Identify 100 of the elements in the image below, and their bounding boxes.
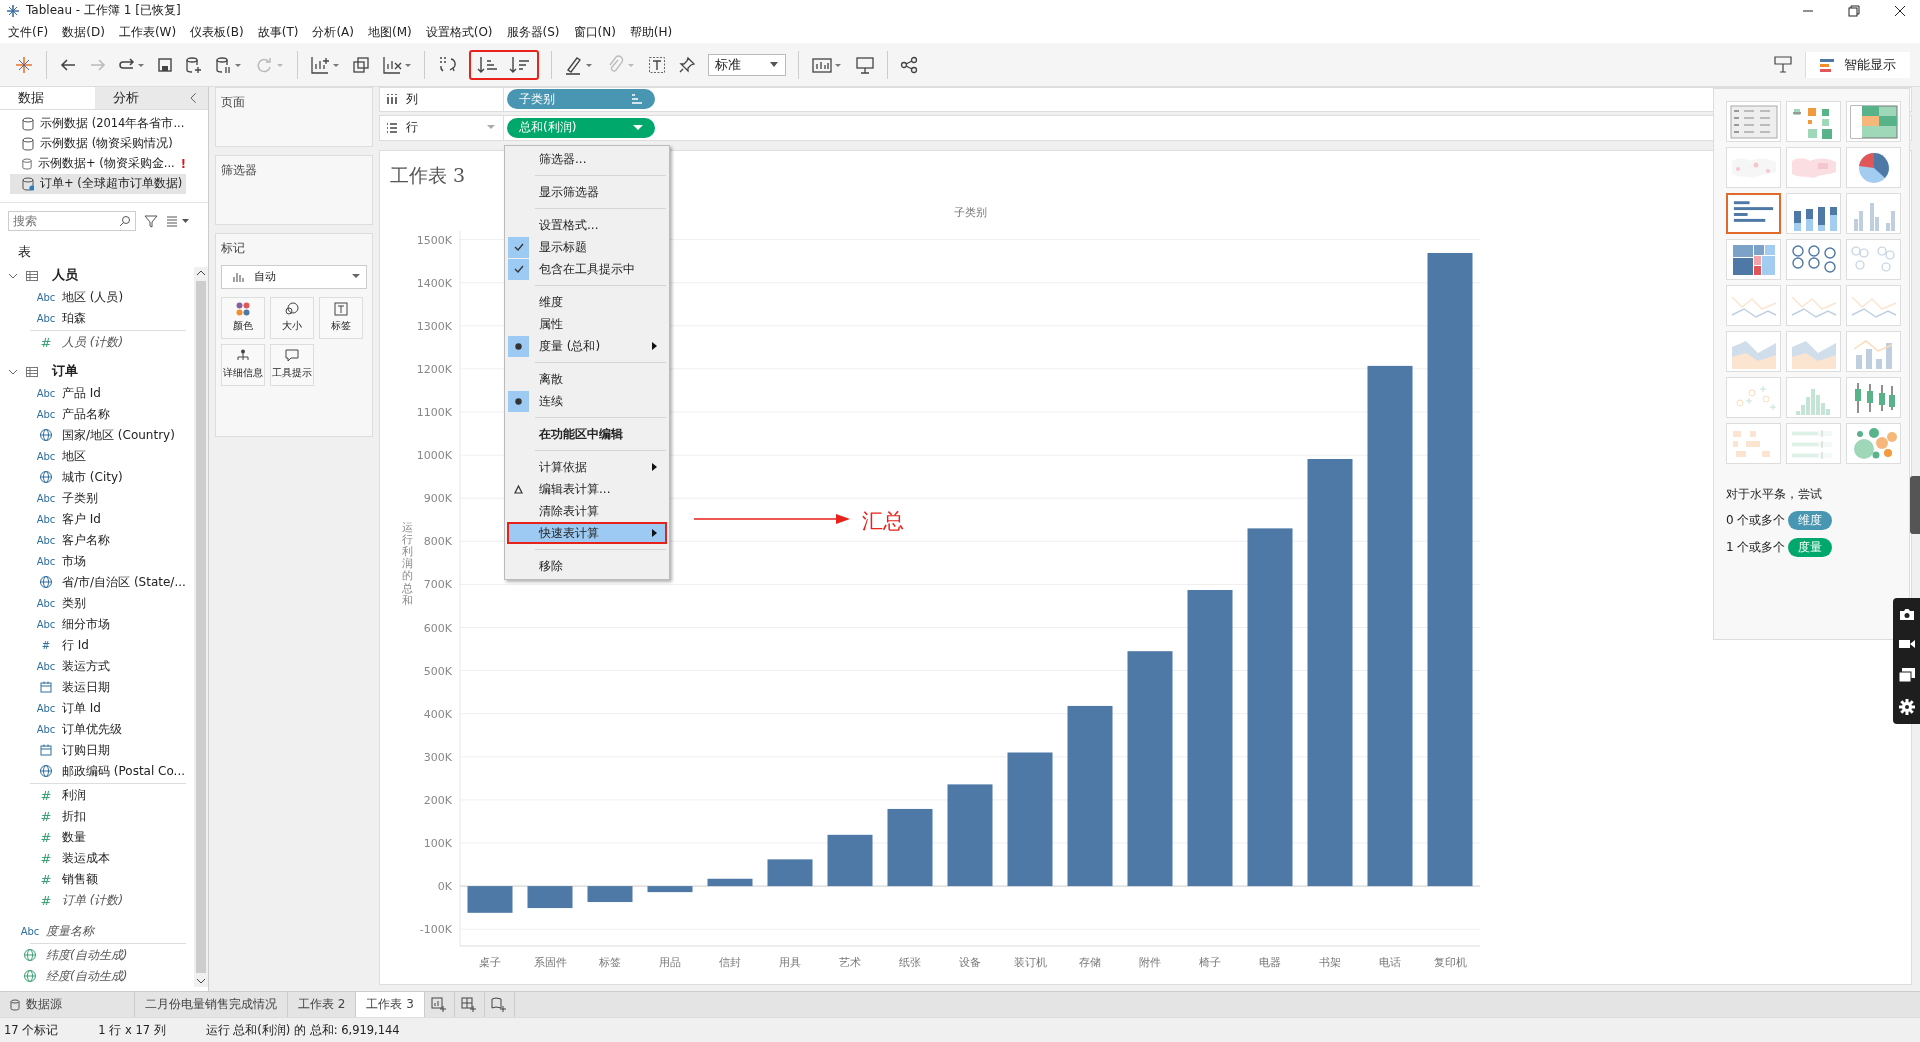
- marks-button[interactable]: 大小: [270, 296, 314, 339]
- field-name[interactable]: 经度(自动生成): [46, 967, 128, 985]
- menu-item[interactable]: 故事(T): [253, 24, 309, 41]
- field-name[interactable]: 行 Id: [62, 636, 89, 654]
- data-source-item[interactable]: 示例数据+ (物资采购金... !: [10, 153, 186, 174]
- field-name[interactable]: 客户 Id: [62, 510, 101, 528]
- menu-item[interactable]: 移除: [507, 555, 667, 577]
- chevron-icon[interactable]: [8, 367, 18, 376]
- field-name[interactable]: 数量: [62, 828, 86, 846]
- sort-descending-icon[interactable]: [509, 54, 531, 75]
- field-name[interactable]: 订购日期: [62, 741, 110, 759]
- menu-item[interactable]: 显示筛选器: [507, 181, 667, 203]
- chevron-icon[interactable]: [8, 271, 18, 280]
- pin-icon[interactable]: [678, 55, 696, 74]
- field-name[interactable]: 折扣: [62, 807, 86, 825]
- chart-type-button[interactable]: [1726, 193, 1781, 234]
- field-name[interactable]: 装运成本: [62, 849, 110, 867]
- field-name[interactable]: 订单优先级: [62, 720, 122, 738]
- menu-item[interactable]: 显示标题: [507, 236, 667, 258]
- field-name[interactable]: 装运方式: [62, 657, 110, 675]
- field-name[interactable]: 订单 Id: [62, 699, 101, 717]
- duplicate-icon[interactable]: [352, 55, 370, 74]
- pane-tab[interactable]: 数据: [0, 86, 96, 109]
- field-name[interactable]: 销售额: [62, 870, 98, 888]
- scroll-down-icon[interactable]: [196, 976, 206, 985]
- caret-icon[interactable]: [487, 125, 495, 131]
- share-icon[interactable]: [900, 55, 918, 74]
- close-icon[interactable]: [1894, 4, 1906, 17]
- field-name[interactable]: 人员 (计数): [62, 333, 124, 351]
- menu-item[interactable]: 设置格式(O): [421, 24, 503, 41]
- clear-sheet-icon[interactable]: [382, 54, 412, 75]
- back-arrow-icon[interactable]: [59, 56, 77, 73]
- data-source-item[interactable]: 订单+ (全球超市订单数据): [10, 173, 186, 194]
- menu-item[interactable]: 窗口(N): [569, 24, 626, 41]
- menu-item[interactable]: 帮助(H): [625, 24, 683, 41]
- menu-item[interactable]: 工作表(W): [114, 24, 187, 41]
- sort-ascending-icon[interactable]: [477, 54, 499, 75]
- logo-icon[interactable]: [14, 54, 34, 75]
- settings-icon[interactable]: [1898, 699, 1915, 716]
- field-name[interactable]: 订单 (计数): [62, 891, 124, 909]
- field-name[interactable]: 邮政编码 (Postal Co...: [62, 762, 186, 780]
- field-name[interactable]: 客户名称: [62, 531, 110, 549]
- field-name[interactable]: 细分市场: [62, 615, 110, 633]
- menu-item[interactable]: 地图(M): [364, 24, 422, 41]
- menu-item[interactable]: 在功能区中编辑: [507, 423, 667, 445]
- marks-button[interactable]: 详细信息: [221, 343, 265, 386]
- new-chart-icon[interactable]: [310, 54, 340, 75]
- field-name[interactable]: 城市 (City): [62, 468, 123, 486]
- presentation-icon[interactable]: [1773, 53, 1793, 76]
- field-name[interactable]: 子类别: [62, 489, 98, 507]
- collapse-icon[interactable]: [190, 91, 198, 104]
- menu-item[interactable]: 设置格式...: [507, 214, 667, 236]
- field-name[interactable]: 产品 Id: [62, 384, 101, 402]
- windows-icon[interactable]: [1898, 667, 1915, 682]
- menu-item[interactable]: 维度: [507, 291, 667, 313]
- show-me-button[interactable]: 智能显示: [1805, 51, 1910, 78]
- save-icon[interactable]: [157, 56, 173, 73]
- field-name[interactable]: 纬度(自动生成): [46, 946, 128, 964]
- table-name[interactable]: 订单: [52, 363, 78, 381]
- menu-item[interactable]: 数据(D): [58, 24, 115, 41]
- sheet-tab[interactable]: 工作表 3: [356, 991, 425, 1018]
- data-source-item[interactable]: 示例数据 (物资采购情况): [10, 133, 186, 154]
- menu-item[interactable]: 服务器(S): [502, 24, 570, 41]
- field-name[interactable]: 类别: [62, 594, 86, 612]
- field-name[interactable]: 地区 (人员): [62, 288, 124, 306]
- add-datasource-icon[interactable]: [185, 55, 203, 74]
- menu-item[interactable]: 仪表板(B): [186, 24, 254, 41]
- field-name[interactable]: 地区: [62, 447, 86, 465]
- video-camera-icon[interactable]: [1898, 638, 1915, 651]
- menu-item[interactable]: 属性: [507, 313, 667, 335]
- menu-item[interactable]: 计算依据: [507, 456, 667, 478]
- field-name[interactable]: 产品名称: [62, 405, 110, 423]
- menu-item[interactable]: 度量 (总和): [507, 335, 667, 357]
- marks-button[interactable]: 标签: [319, 296, 363, 339]
- field-name[interactable]: 珀森: [62, 309, 86, 327]
- menu-item[interactable]: 文件(F): [4, 24, 59, 41]
- menu-item[interactable]: 离散: [507, 368, 667, 390]
- field-name[interactable]: 利润: [62, 786, 86, 804]
- field-name[interactable]: 装运日期: [62, 678, 110, 696]
- menu-item[interactable]: 连续: [507, 390, 667, 412]
- scrollbar[interactable]: [194, 266, 208, 987]
- text-label-icon[interactable]: [648, 55, 666, 74]
- table-name[interactable]: 人员: [52, 267, 78, 285]
- field-name[interactable]: 国家/地区 (Country): [62, 426, 175, 444]
- marks-button[interactable]: 颜色: [221, 296, 265, 339]
- menu-item[interactable]: 编辑表计算...: [507, 478, 667, 500]
- field-name[interactable]: 市场: [62, 552, 86, 570]
- camera-icon[interactable]: [1898, 606, 1915, 621]
- search-field[interactable]: 搜索: [8, 210, 136, 231]
- view-size-dropdown[interactable]: 标准: [708, 53, 786, 76]
- filter-icon[interactable]: [144, 213, 158, 228]
- menu-item[interactable]: 清除表计算: [507, 500, 667, 522]
- menu-item[interactable]: 快速表计算: [507, 522, 667, 544]
- list-view-icon[interactable]: [166, 214, 190, 227]
- pause-datasource-icon[interactable]: [215, 55, 243, 74]
- menu-item[interactable]: 分析(A): [308, 24, 364, 41]
- mark-type-dropdown[interactable]: 自动: [221, 264, 367, 289]
- field-name[interactable]: 度量名称: [46, 922, 94, 940]
- restore-icon[interactable]: [1848, 4, 1860, 17]
- side-handle[interactable]: [1910, 476, 1920, 534]
